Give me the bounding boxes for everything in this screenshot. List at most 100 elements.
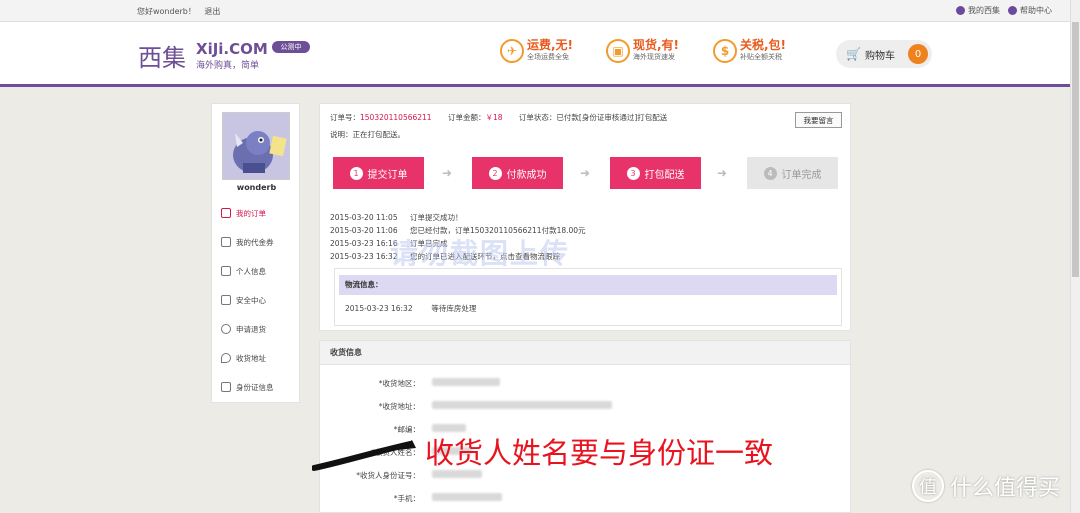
annotation-arrow-icon bbox=[312, 440, 416, 471]
step-label: 付款成功 bbox=[506, 169, 547, 181]
cart-label: 购物车 bbox=[864, 50, 895, 62]
logistics-time: 2015-03-23 16:32 bbox=[345, 304, 413, 313]
logo-slogan: 海外购真，简单 bbox=[196, 61, 260, 71]
promo-title: 现货,有! bbox=[633, 38, 680, 52]
leave-message-button[interactable]: 我要留言 bbox=[795, 112, 842, 128]
box-icon: ▣ bbox=[606, 38, 630, 63]
cart-icon: 🛒 bbox=[846, 47, 861, 61]
logo-cn: 西集 bbox=[138, 44, 186, 72]
field-zip-label: *邮编： bbox=[393, 425, 420, 434]
promo-title: 运费,无! bbox=[527, 38, 574, 52]
promo-sub: 补贴全额关税 bbox=[740, 53, 782, 61]
logo-en: XiJi.COM bbox=[196, 40, 268, 58]
top-links: 我的西集 帮助中心 bbox=[956, 5, 1052, 16]
step-label: 打包配送 bbox=[644, 169, 685, 181]
top-bar: 您好wonderb！ 退出 我的西集 帮助中心 bbox=[0, 0, 1080, 22]
sidebar-item-orders[interactable]: 我的订单 bbox=[221, 206, 299, 220]
sidebar-item-label: 申请退货 bbox=[236, 324, 266, 334]
watermark-logo-icon: 值 bbox=[912, 470, 944, 502]
order-status-label: 订单状态： bbox=[518, 113, 557, 122]
image-watermark: 请勿截图上传 bbox=[390, 237, 571, 270]
cart-count-badge: 0 bbox=[908, 44, 928, 64]
sidebar-item-returns[interactable]: 申请退货 bbox=[221, 322, 299, 336]
id-icon bbox=[221, 382, 231, 392]
help-link[interactable]: 帮助中心 bbox=[1008, 5, 1052, 16]
step-label: 提交订单 bbox=[367, 169, 408, 181]
sidebar-item-label: 我的代金券 bbox=[236, 237, 274, 247]
cart-button[interactable]: 🛒 购物车 0 bbox=[836, 40, 932, 68]
sidebar-item-id-info[interactable]: 身份证信息 bbox=[221, 380, 299, 394]
logistics-header: 物流信息： bbox=[339, 275, 837, 295]
order-icon bbox=[221, 208, 231, 218]
order-detail-panel: 订单号：150320110566211 订单金额：￥18 订单状态：已付款[身份… bbox=[319, 103, 851, 331]
arrow-right-icon: ➜ bbox=[717, 166, 728, 180]
step-shipping: 3 打包配送 bbox=[610, 157, 701, 189]
scrollbar-thumb[interactable] bbox=[1072, 22, 1079, 277]
sidebar-item-label: 个人信息 bbox=[236, 266, 266, 276]
field-phone-value bbox=[432, 493, 502, 501]
promo-sub: 海外现货速发 bbox=[633, 53, 675, 61]
order-summary: 订单号：150320110566211 订单金额：￥18 订单状态：已付款[身份… bbox=[330, 112, 667, 123]
user-icon bbox=[956, 6, 965, 15]
my-xiji-link[interactable]: 我的西集 bbox=[956, 5, 1000, 16]
star-icon bbox=[221, 266, 231, 276]
refresh-icon bbox=[221, 324, 231, 334]
site-watermark: 值 什么值得买 bbox=[912, 470, 1060, 502]
promo-sub: 全场运费全免 bbox=[527, 53, 569, 61]
field-region-label: *收货地区： bbox=[378, 379, 420, 388]
order-amount-value: ￥18 bbox=[485, 113, 503, 122]
field-address-label: *收货地址： bbox=[378, 402, 420, 411]
arrow-right-icon: ➜ bbox=[442, 166, 453, 180]
scrollbar[interactable] bbox=[1070, 0, 1080, 513]
edit-icon bbox=[221, 295, 231, 305]
sidebar-item-label: 收货地址 bbox=[236, 353, 266, 363]
avatar[interactable] bbox=[222, 112, 290, 180]
step-number: 3 bbox=[626, 166, 640, 180]
promo-tax: $ 关税,包! 补贴全额关税 bbox=[713, 38, 786, 63]
order-no-label: 订单号： bbox=[330, 113, 360, 122]
arrow-right-icon: ➜ bbox=[580, 166, 591, 180]
location-icon bbox=[221, 353, 231, 363]
sidebar-item-label: 安全中心 bbox=[236, 295, 266, 305]
logistics-box: 物流信息： 2015-03-23 16:32 等待库房处理 bbox=[334, 268, 842, 326]
step-number: 2 bbox=[488, 166, 502, 180]
help-icon bbox=[1008, 6, 1017, 15]
money-icon: $ bbox=[713, 38, 737, 63]
shipping-info-panel: 收货信息 *收货地区： *收货地址： *邮编： *收货人姓名： *收货人身份证号… bbox=[319, 340, 851, 513]
field-phone-label: *手机： bbox=[393, 494, 420, 503]
site-watermark-text: 什么值得买 bbox=[950, 476, 1061, 501]
sidebar-item-address[interactable]: 收货地址 bbox=[221, 351, 299, 365]
logistics-text: 等待库房处理 bbox=[431, 304, 477, 313]
account-sidebar: wonderb 我的订单 我的代金券 个人信息 安全中心 申请退货 收货地址 身… bbox=[211, 103, 300, 403]
help-label: 帮助中心 bbox=[1020, 6, 1052, 15]
log-time: 2015-03-20 11:05 bbox=[330, 213, 398, 222]
step-number: 4 bbox=[763, 166, 777, 180]
step-label: 订单完成 bbox=[781, 169, 822, 181]
step-complete: 4 订单完成 bbox=[747, 157, 838, 189]
order-no-value: 150320110566211 bbox=[360, 113, 432, 122]
annotation-text: 收货人姓名要与身份证一致 bbox=[425, 436, 774, 470]
tag-icon bbox=[221, 237, 231, 247]
log-text: 订单提交成功！ bbox=[410, 213, 463, 222]
my-xiji-label: 我的西集 bbox=[968, 6, 1000, 15]
sidebar-item-label: 身份证信息 bbox=[236, 382, 274, 392]
sidebar-item-label: 我的订单 bbox=[236, 208, 266, 218]
username: wonderb bbox=[236, 183, 277, 192]
field-address-value bbox=[432, 401, 612, 409]
shipping-header: 收货信息 bbox=[320, 341, 850, 365]
log-row: 2015-03-20 11:05 订单提交成功！ bbox=[330, 212, 586, 225]
greeting-text: 您好wonderb！ bbox=[137, 7, 196, 16]
plane-icon: ✈ bbox=[500, 38, 524, 63]
step-number: 1 bbox=[349, 166, 363, 180]
order-status-value: 已付款[身份证审核通过]打包配送 bbox=[556, 113, 668, 122]
logout-link[interactable]: 退出 bbox=[204, 7, 220, 16]
sidebar-item-security[interactable]: 安全中心 bbox=[221, 293, 299, 307]
site-header: 西集 XiJi.COM 海外购真，简单 公测中 ✈ 运费,无! 全场运费全免 ▣… bbox=[0, 22, 1080, 87]
beta-badge: 公测中 bbox=[272, 41, 310, 53]
sidebar-item-vouchers[interactable]: 我的代金券 bbox=[221, 235, 299, 249]
sidebar-item-profile[interactable]: 个人信息 bbox=[221, 264, 299, 278]
step-paid: 2 付款成功 bbox=[472, 157, 563, 189]
logistics-row: 2015-03-23 16:32 等待库房处理 bbox=[345, 303, 476, 314]
promo-title: 关税,包! bbox=[740, 38, 787, 52]
greeting-area: 您好wonderb！ 退出 bbox=[137, 6, 226, 17]
